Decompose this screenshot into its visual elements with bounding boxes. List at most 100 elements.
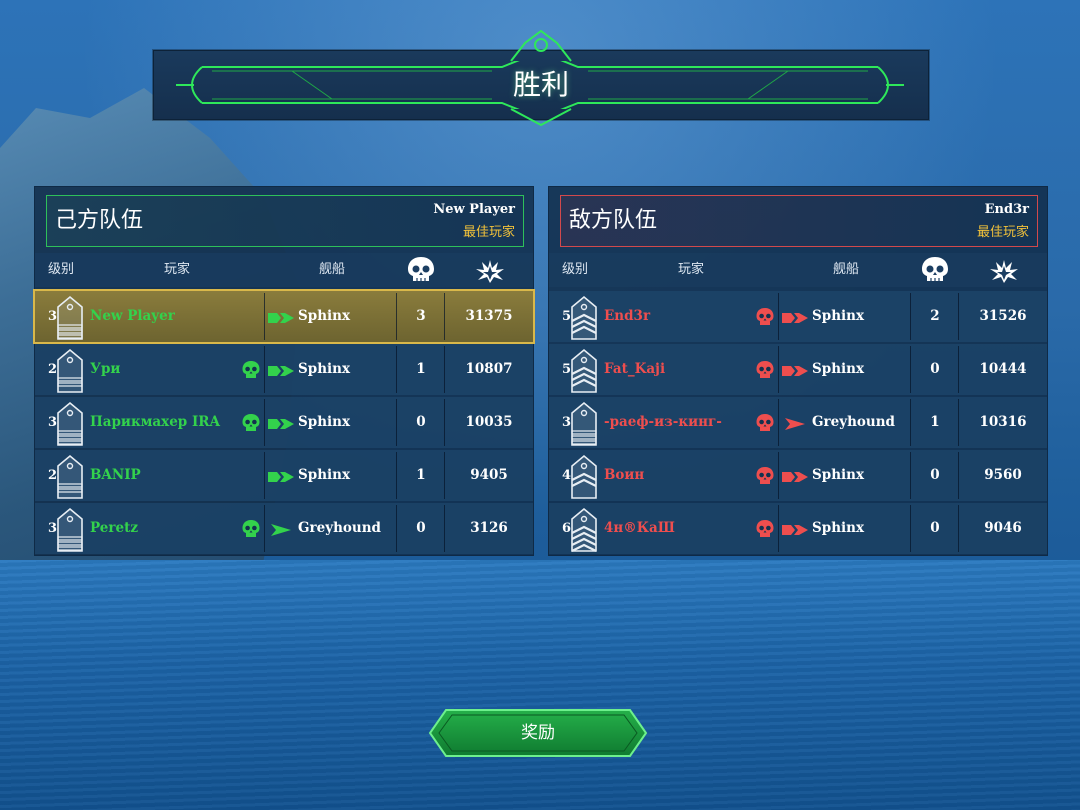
column-divider — [264, 452, 265, 499]
player-row[interactable]: 6 4н®КаШ Sphinx 0 9046 — [549, 503, 1047, 554]
rank-insignia-icon — [56, 348, 86, 398]
explosion-icon — [476, 260, 504, 283]
score-value: 10444 — [979, 361, 1027, 377]
score-value: 31526 — [979, 308, 1027, 324]
ship-class-icon — [267, 363, 295, 382]
ship-name: Sphinx — [812, 361, 864, 377]
player-row[interactable]: 5 Fat_Kaji Sphinx 0 10444 — [549, 344, 1047, 395]
player-name: Воин — [604, 467, 645, 483]
score-value: 9046 — [984, 520, 1022, 536]
ship-name: Sphinx — [812, 520, 864, 536]
kills-value: 1 — [416, 361, 426, 377]
destroyed-skull-icon — [755, 519, 775, 543]
destroyed-skull-icon — [241, 360, 261, 384]
player-name: End3r — [604, 308, 651, 324]
kills-value: 1 — [416, 467, 426, 483]
destroyed-skull-icon — [241, 519, 261, 543]
kills-value: 0 — [930, 467, 940, 483]
player-name: -раеф-из-кинг- — [604, 414, 722, 430]
rank-insignia-icon — [56, 401, 86, 451]
level-column-header: 级别 — [48, 262, 75, 277]
explosion-icon — [990, 260, 1018, 283]
player-row[interactable]: 3 -раеф-из-кинг- Greyhound 1 10316 — [549, 397, 1047, 448]
best-player-name: End3r — [984, 202, 1029, 217]
ship-name: Sphinx — [812, 467, 864, 483]
column-divider — [264, 293, 265, 340]
player-row[interactable]: 3 Парикмахер IRA Sphinx 0 10035 — [35, 397, 533, 448]
ship-class-icon — [267, 522, 293, 541]
rank-insignia-icon — [570, 295, 600, 345]
player-row[interactable]: 5 End3r Sphinx 2 31526 — [549, 291, 1047, 342]
level-column-header: 级别 — [562, 262, 589, 277]
column-divider — [778, 346, 779, 393]
ship-class-icon — [781, 310, 809, 329]
best-player-label: 最佳玩家 — [462, 225, 515, 240]
ship-class-icon — [267, 310, 295, 329]
rank-insignia-icon — [570, 401, 600, 451]
column-divider — [264, 505, 265, 552]
column-divider — [264, 346, 265, 393]
page-title: 胜利 — [512, 68, 569, 101]
player-name: Парикмахер IRA — [90, 414, 220, 430]
score-value: 10807 — [465, 361, 513, 377]
column-headers: 级别 玩家 舰船 — [549, 253, 1047, 287]
player-column-header: 玩家 — [678, 262, 705, 277]
destroyed-skull-icon — [755, 466, 775, 490]
ship-column-header: 舰船 — [833, 262, 860, 277]
rank-insignia-icon — [56, 295, 86, 345]
score-value: 9560 — [984, 467, 1022, 483]
kills-value: 1 — [930, 414, 940, 430]
ship-class-icon — [781, 522, 809, 541]
enemy-team-header: 敌方队伍 End3r 最佳玩家 — [560, 195, 1038, 247]
score-value: 9405 — [470, 467, 508, 483]
friendly-team-header: 己方队伍 New Player 最佳玩家 — [46, 195, 524, 247]
ship-class-icon — [267, 469, 295, 488]
player-name: BANIP — [90, 467, 141, 483]
best-player-name: New Player — [433, 202, 515, 217]
column-headers: 级别 玩家 舰船 — [35, 253, 533, 287]
kills-value: 0 — [416, 520, 426, 536]
ship-name: Sphinx — [298, 308, 350, 324]
player-column-header: 玩家 — [164, 262, 191, 277]
sea-background — [0, 560, 1080, 810]
skull-icon — [408, 257, 434, 281]
destroyed-skull-icon — [755, 307, 775, 331]
score-value: 31375 — [465, 308, 513, 324]
rank-insignia-icon — [56, 454, 86, 504]
enemy-team-panel: 敌方队伍 End3r 最佳玩家 级别 玩家 舰船 5 End3r Sphinx 2 31… — [548, 186, 1048, 556]
best-player-label: 最佳玩家 — [976, 225, 1029, 240]
reward-button-label: 奖励 — [521, 723, 555, 743]
ship-class-icon — [781, 363, 809, 382]
player-row[interactable]: 4 Воин Sphinx 0 9560 — [549, 450, 1047, 501]
kills-value: 2 — [930, 308, 940, 324]
ship-name: Greyhound — [298, 520, 381, 536]
ship-name: Greyhound — [812, 414, 895, 430]
player-row[interactable]: 2 BANIP Sphinx 1 9405 — [35, 450, 533, 501]
team-name: 敌方队伍 — [569, 208, 658, 233]
ship-class-icon — [781, 416, 807, 435]
kills-value: 3 — [416, 308, 426, 324]
rank-insignia-icon — [570, 348, 600, 398]
ship-class-icon — [781, 469, 809, 488]
reward-button[interactable]: 奖励 — [428, 708, 648, 758]
player-row[interactable]: 2 Ури Sphinx 1 10807 — [35, 344, 533, 395]
player-name: Peretz — [90, 520, 138, 536]
player-name: 4н®КаШ — [604, 520, 675, 536]
friendly-team-panel: 己方队伍 New Player 最佳玩家 级别 玩家 舰船 3 New Playe… — [33, 186, 535, 556]
kills-value: 0 — [416, 414, 426, 430]
rank-insignia-icon — [56, 507, 86, 557]
team-name: 己方队伍 — [55, 208, 144, 233]
rank-insignia-icon — [570, 507, 600, 557]
destroyed-skull-icon — [755, 413, 775, 437]
victory-banner: 胜利 — [153, 29, 929, 127]
destroyed-skull-icon — [241, 413, 261, 437]
column-divider — [778, 452, 779, 499]
kills-value: 0 — [930, 520, 940, 536]
player-name: Fat_Kaji — [604, 361, 666, 377]
player-name: Ури — [90, 361, 121, 377]
player-row[interactable]: 3 New Player Sphinx 3 31375 — [33, 289, 535, 345]
ship-class-icon — [267, 416, 295, 435]
player-row[interactable]: 3 Peretz Greyhound 0 3126 — [35, 503, 533, 554]
player-name: New Player — [90, 308, 175, 324]
score-value: 3126 — [470, 520, 508, 536]
